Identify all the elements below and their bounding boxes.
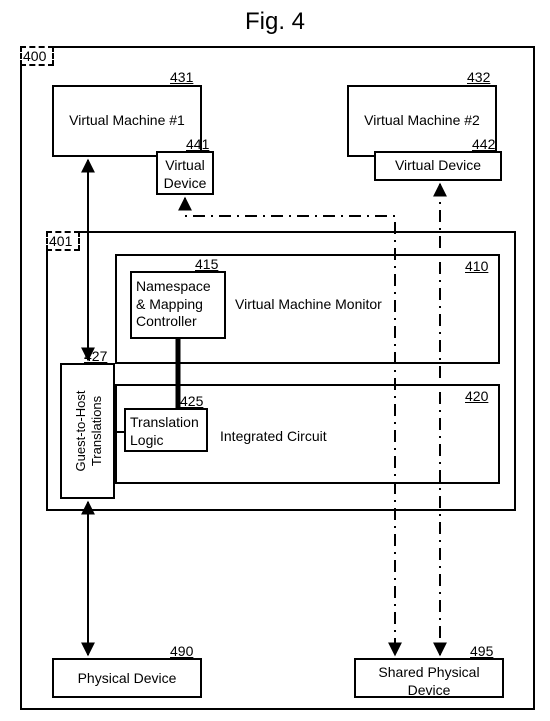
ref-415: 415: [195, 256, 218, 272]
vm1-label: Virtual Machine #1: [52, 112, 202, 130]
ic-label: Integrated Circuit: [220, 428, 380, 446]
vd1-label: Virtual Device: [156, 157, 214, 192]
ref-400: 400: [23, 48, 46, 64]
ref-425: 425: [180, 393, 203, 409]
vmm-label: Virtual Machine Monitor: [235, 296, 415, 314]
ref-410: 410: [465, 258, 488, 274]
ref-432: 432: [467, 69, 490, 85]
ref-401: 401: [49, 233, 72, 249]
vm2-label: Virtual Machine #2: [347, 112, 497, 130]
ref-431: 431: [170, 69, 193, 85]
ref-495: 495: [470, 643, 493, 659]
ref-441: 441: [186, 136, 209, 152]
figure-title: Fig. 4: [0, 8, 550, 36]
ref-490: 490: [170, 643, 193, 659]
pd-label: Physical Device: [52, 670, 202, 688]
nmc-label: Namespace & Mapping Controller: [136, 278, 222, 331]
spd-label: Shared Physical Device: [354, 664, 504, 699]
ref-442: 442: [472, 136, 495, 152]
vd2-label: Virtual Device: [374, 157, 502, 175]
diagram-stage: Fig. 4 400 431 Virtual Machine #1 441 Vi…: [0, 0, 550, 721]
tl-label: Translation Logic: [130, 414, 206, 449]
g2h-label: Guest-to-Host Translations: [73, 371, 106, 491]
ref-420: 420: [465, 388, 488, 404]
ref-427: 427: [84, 348, 107, 364]
